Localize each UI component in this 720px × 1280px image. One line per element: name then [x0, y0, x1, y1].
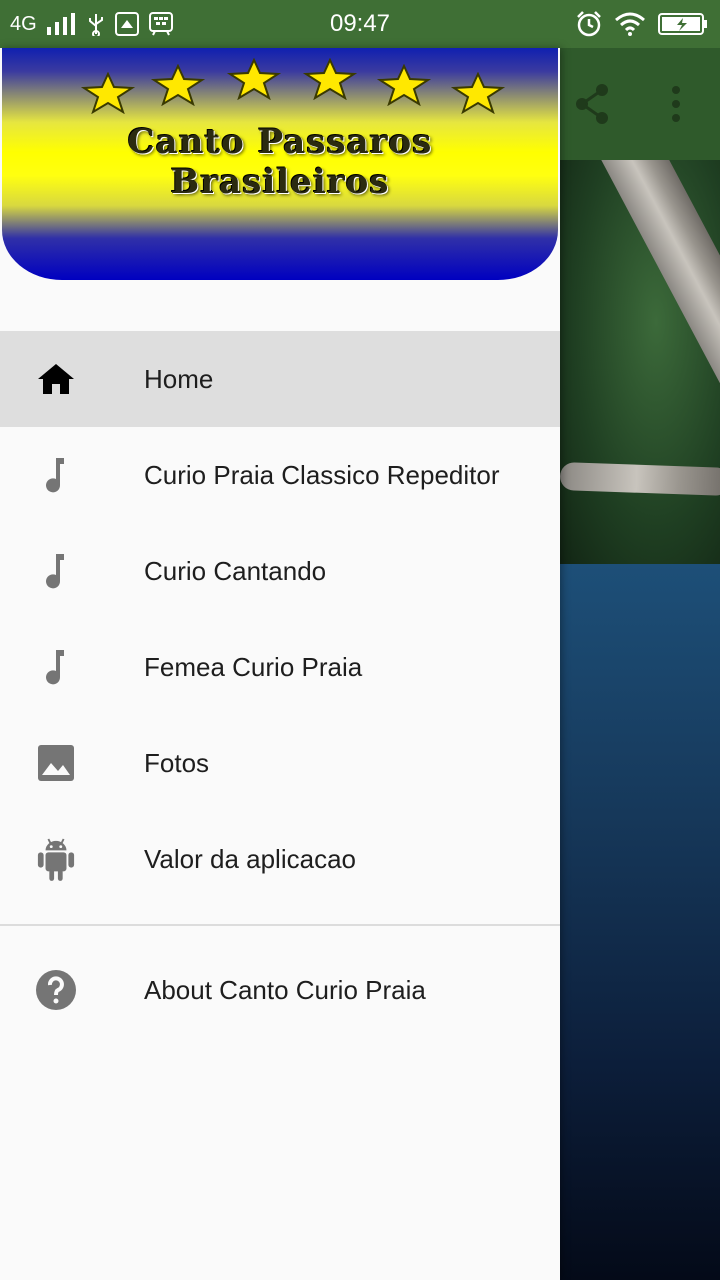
bird-photo: [560, 160, 720, 564]
menu-item-home[interactable]: Home: [0, 331, 560, 427]
music-note-icon: [36, 647, 76, 687]
menu-item-label: Home: [144, 363, 214, 394]
music-note-icon: [36, 551, 76, 591]
home-icon: [36, 359, 76, 399]
music-note-icon: [36, 455, 76, 495]
star-icon: [376, 64, 432, 106]
more-vert-icon[interactable]: [664, 80, 688, 128]
alarm-icon: [577, 11, 601, 37]
status-bar: 4G 09:47: [0, 0, 720, 48]
app-toolbar: [560, 48, 720, 160]
banner-title-line2: Brasileiros: [170, 162, 390, 202]
star-icon: [226, 58, 282, 100]
battery-charging-icon: [658, 13, 707, 35]
menu-item-label: Curio Praia Classico Repeditor: [144, 459, 500, 490]
star-icon: [302, 58, 358, 100]
menu-item-about[interactable]: About Canto Curio Praia: [0, 942, 560, 1038]
menu-item-label: Curio Cantando: [144, 555, 327, 586]
navigation-drawer: Canto Passaros Brasileiros Home Curio Pr…: [0, 48, 560, 1280]
menu-item-curio-cantando[interactable]: Curio Cantando: [0, 523, 560, 619]
menu-divider: [0, 924, 560, 926]
share-icon[interactable]: [572, 80, 612, 128]
star-icon: [450, 72, 506, 114]
star-icon: [80, 72, 136, 114]
menu-item-fotos[interactable]: Fotos: [0, 715, 560, 811]
star-icon: [150, 64, 206, 106]
menu-item-curio-praia-classico[interactable]: Curio Praia Classico Repeditor: [0, 427, 560, 523]
menu-item-label: Valor da aplicacao: [144, 843, 356, 874]
app-body: [560, 564, 720, 1280]
banner-title-line1: Canto Passaros: [127, 122, 433, 162]
android-icon: [36, 838, 76, 881]
menu-item-femea-curio-praia[interactable]: Femea Curio Praia: [0, 619, 560, 715]
menu-item-label: Fotos: [144, 747, 210, 778]
drawer-header-banner: Canto Passaros Brasileiros: [2, 48, 558, 280]
menu-item-valor-da-aplicacao[interactable]: Valor da aplicacao: [0, 811, 560, 907]
menu-item-label: Femea Curio Praia: [144, 651, 363, 682]
help-icon: [36, 970, 76, 1010]
drawer-menu: Home Curio Praia Classico Repeditor Curi…: [0, 331, 560, 907]
wifi-icon: [615, 12, 645, 36]
banner-title: Canto Passaros Brasileiros: [2, 122, 558, 202]
image-icon: [36, 743, 76, 783]
menu-item-label: About Canto Curio Praia: [144, 974, 426, 1005]
